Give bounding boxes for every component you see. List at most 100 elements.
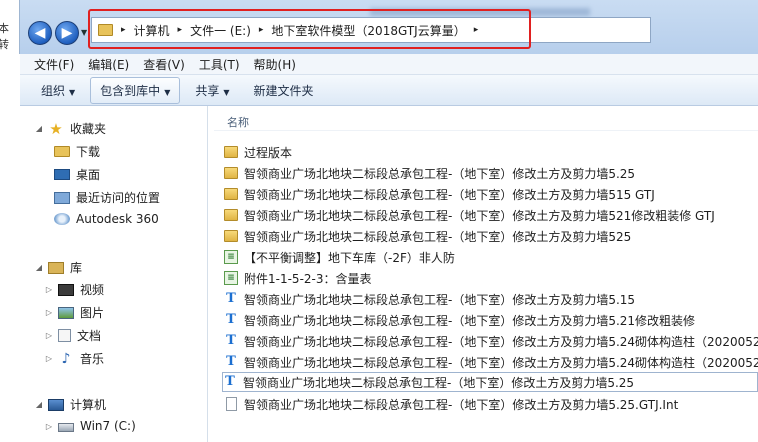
folder-icon	[224, 167, 238, 179]
nav-label: 视频	[80, 283, 105, 297]
nav-videos[interactable]: ▷ 视频	[44, 281, 104, 298]
list-item[interactable]: T 智领商业广场北地块二标段总承包工程-（地下室）修改土方及剪力墙5.24砌体构…	[224, 352, 758, 372]
file-name: 智领商业广场北地块二标段总承包工程-（地下室）修改土方及剪力墙515 GTJ	[244, 187, 655, 202]
navigation-pane: ◢ ★ 收藏夹 下载 桌面 最近访问的位置 Autodesk 360 ◢ 库 ▷…	[20, 106, 208, 442]
recent-pages-dropdown-icon[interactable]: ▼	[81, 28, 87, 37]
gtj-file-icon: T	[226, 333, 236, 348]
share-button[interactable]: 共享 ▼	[186, 78, 238, 103]
forward-button[interactable]: ▶	[55, 21, 79, 45]
drive-icon	[58, 423, 74, 432]
file-name: 智领商业广场北地块二标段总承包工程-（地下室）修改土方及剪力墙5.24砌体构造柱…	[244, 355, 758, 370]
expand-icon[interactable]: ▷	[44, 331, 54, 340]
cloud-icon	[54, 213, 70, 225]
new-folder-button[interactable]: 新建文件夹	[245, 78, 323, 103]
nav-drive-c[interactable]: ▷ Win7 (C:)	[44, 419, 136, 433]
expand-icon[interactable]: ▷	[44, 308, 54, 317]
file-name: 智领商业广场北地块二标段总承包工程-（地下室）修改土方及剪力墙5.15	[244, 292, 636, 307]
expand-icon[interactable]: ▷	[44, 422, 54, 431]
address-bar[interactable]: ▸ 计算机 ▸ 文件一 (E:) ▸ 地下室软件模型（2018GTJ云算量） ▸	[91, 17, 651, 43]
list-item[interactable]: 智领商业广场北地块二标段总承包工程-（地下室）修改土方及剪力墙5.25	[224, 163, 758, 183]
list-item[interactable]: T 智领商业广场北地块二标段总承包工程-（地下室）修改土方及剪力墙5.24砌体构…	[224, 331, 758, 351]
file-name: 智领商业广场北地块二标段总承包工程-（地下室）修改土方及剪力墙525	[244, 229, 632, 244]
menu-file[interactable]: 文件(F)	[34, 56, 74, 73]
crumb-current-folder[interactable]: 地下室软件模型（2018GTJ云算量）	[271, 22, 465, 39]
gtj-file-icon: T	[226, 354, 236, 369]
background-window-edge: 本转	[0, 0, 20, 54]
nav-computer[interactable]: ◢ 计算机	[34, 396, 106, 413]
list-item[interactable]: 智领商业广场北地块二标段总承包工程-（地下室）修改土方及剪力墙515 GTJ	[224, 184, 758, 204]
nav-music[interactable]: ▷ ♪ 音乐	[44, 350, 104, 367]
list-item[interactable]: 智领商业广场北地块二标段总承包工程-（地下室）修改土方及剪力墙5.25.GTJ.…	[224, 394, 758, 414]
nav-favorites[interactable]: ◢ ★ 收藏夹	[34, 120, 106, 137]
nav-label: 文档	[77, 329, 102, 343]
menu-bar: 文件(F) 编辑(E) 查看(V) 工具(T) 帮助(H)	[20, 54, 758, 75]
nav-desktop[interactable]: 桌面	[54, 166, 100, 183]
folder-icon	[224, 188, 238, 200]
nav-label: Win7 (C:)	[80, 419, 136, 433]
desktop-icon	[54, 169, 70, 180]
collapse-icon[interactable]: ◢	[34, 124, 44, 133]
file-name: 智领商业广场北地块二标段总承包工程-（地下室）修改土方及剪力墙5.21修改粗装修	[244, 313, 696, 328]
include-in-library-button[interactable]: 包含到库中 ▼	[90, 76, 181, 104]
expand-icon[interactable]: ▷	[44, 354, 54, 363]
nav-autodesk-360[interactable]: Autodesk 360	[54, 212, 159, 226]
list-item[interactable]: 过程版本	[224, 142, 758, 162]
nav-label: 桌面	[76, 168, 101, 182]
file-name: 【不平衡调整】地下车库（-2F）非人防	[244, 250, 455, 265]
column-header-name[interactable]: 名称	[227, 114, 249, 130]
list-item[interactable]: T 智领商业广场北地块二标段总承包工程-（地下室）修改土方及剪力墙5.21修改粗…	[224, 310, 758, 330]
crumb-separator-icon[interactable]: ▸	[178, 25, 183, 35]
file-name: 智领商业广场北地块二标段总承包工程-（地下室）修改土方及剪力墙5.25	[243, 375, 635, 390]
downloads-folder-icon	[54, 146, 70, 157]
folder-icon	[224, 230, 238, 242]
organize-button[interactable]: 组织 ▼	[32, 78, 84, 103]
blurred-title	[370, 8, 590, 16]
nav-pictures[interactable]: ▷ 图片	[44, 304, 104, 321]
file-list-pane: 名称 过程版本 智领商业广场北地块二标段总承包工程-（地下室）修改土方及剪力墙5…	[209, 106, 758, 442]
list-item-selected[interactable]: T 智领商业广场北地块二标段总承包工程-（地下室）修改土方及剪力墙5.25	[222, 372, 758, 392]
crumb-separator-icon[interactable]: ▸	[121, 25, 126, 35]
list-item[interactable]: ≡ 【不平衡调整】地下车库（-2F）非人防	[224, 247, 758, 267]
spreadsheet-icon: ≡	[224, 271, 238, 285]
list-item[interactable]: T 智领商业广场北地块二标段总承包工程-（地下室）修改土方及剪力墙5.15	[224, 289, 758, 309]
list-item[interactable]: 智领商业广场北地块二标段总承包工程-（地下室）修改土方及剪力墙521修改粗装修 …	[224, 205, 758, 225]
nav-label: 下载	[76, 145, 101, 159]
crumb-separator-icon[interactable]: ▸	[259, 25, 264, 35]
menu-view[interactable]: 查看(V)	[143, 56, 185, 73]
nav-recent-places[interactable]: 最近访问的位置	[54, 189, 160, 206]
nav-label: Autodesk 360	[76, 212, 159, 226]
menu-tools[interactable]: 工具(T)	[199, 56, 240, 73]
library-icon	[48, 261, 64, 274]
blank-file-icon	[226, 397, 237, 411]
command-bar: 组织 ▼ 包含到库中 ▼ 共享 ▼ 新建文件夹	[20, 75, 758, 106]
collapse-icon[interactable]: ◢	[34, 400, 44, 409]
crumb-computer[interactable]: 计算机	[134, 22, 170, 39]
menu-edit[interactable]: 编辑(E)	[88, 56, 129, 73]
nav-label: 最近访问的位置	[76, 191, 161, 205]
crumb-drive-e[interactable]: 文件一 (E:)	[190, 22, 251, 39]
file-name: 智领商业广场北地块二标段总承包工程-（地下室）修改土方及剪力墙5.25	[244, 166, 636, 181]
nav-documents[interactable]: ▷ 文档	[44, 327, 101, 344]
expand-icon[interactable]: ▷	[44, 285, 54, 294]
picture-icon	[58, 306, 74, 319]
collapse-icon[interactable]: ◢	[34, 263, 44, 272]
chevron-down-icon: ▼	[164, 87, 171, 97]
folder-icon	[224, 209, 238, 221]
file-name: 智领商业广场北地块二标段总承包工程-（地下室）修改土方及剪力墙5.24砌体构造柱…	[244, 334, 758, 349]
menu-help[interactable]: 帮助(H)	[254, 56, 296, 73]
nav-label: 计算机	[70, 398, 107, 412]
list-item[interactable]: 智领商业广场北地块二标段总承包工程-（地下室）修改土方及剪力墙525	[224, 226, 758, 246]
nav-libraries[interactable]: ◢ 库	[34, 259, 82, 276]
nav-downloads[interactable]: 下载	[54, 143, 100, 160]
share-label: 共享	[195, 83, 220, 98]
nav-label: 图片	[80, 306, 105, 320]
list-item[interactable]: ≡ 附件1-1-5-2-3：含量表	[224, 268, 758, 288]
nav-label: 音乐	[80, 352, 105, 366]
nav-label: 收藏夹	[70, 122, 107, 136]
crumb-separator-icon[interactable]: ▸	[474, 25, 479, 35]
back-button[interactable]: ◀	[28, 21, 52, 45]
file-name: 智领商业广场北地块二标段总承包工程-（地下室）修改土方及剪力墙5.25.GTJ.…	[244, 397, 679, 412]
music-note-icon: ♪	[61, 350, 71, 367]
star-icon: ★	[49, 119, 63, 138]
gtj-file-icon: T	[226, 291, 236, 306]
